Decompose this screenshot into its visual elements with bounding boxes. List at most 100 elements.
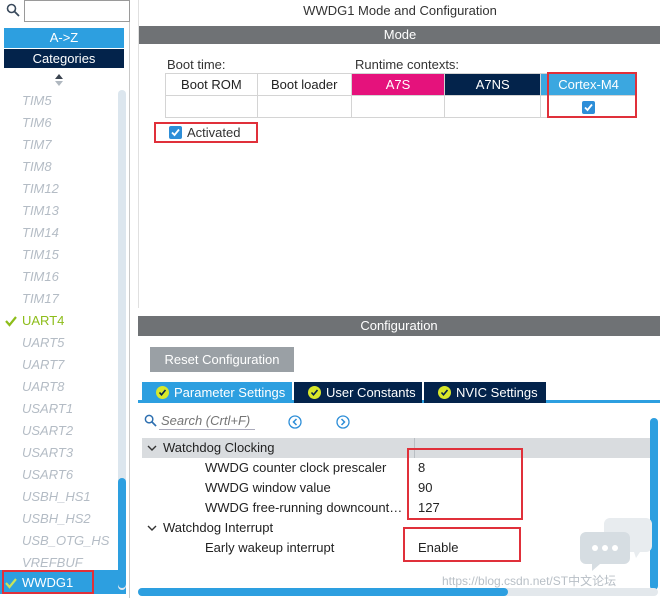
sort-arrows-icon[interactable]: [54, 73, 64, 87]
column-boot-loader: Boot loader: [256, 73, 352, 96]
parameter-value[interactable]: 127: [418, 498, 440, 518]
list-item[interactable]: TIM5: [22, 90, 52, 112]
column-boot-rom: Boot ROM: [165, 73, 258, 96]
peripheral-search-input[interactable]: [24, 0, 130, 22]
parameter-grid: Watchdog Clocking WWDG counter clock pre…: [142, 438, 650, 592]
parameter-row[interactable]: WWDG counter clock prescaler 8: [142, 458, 650, 478]
list-item[interactable]: TIM12: [22, 178, 59, 200]
tab-label: User Constants: [326, 385, 416, 400]
runtime-context-table: Boot ROM Boot loader A7S A7NS Cortex-M4: [165, 73, 637, 118]
check-icon: [584, 103, 593, 112]
parameter-value[interactable]: 8: [418, 458, 425, 478]
check-icon: [5, 316, 17, 327]
list-item[interactable]: UART5: [22, 332, 64, 354]
parameter-search: [144, 412, 280, 430]
list-item[interactable]: TIM8: [22, 156, 52, 178]
list-item[interactable]: USB_OTG_HS: [22, 530, 109, 552]
cortex-m4-checkbox[interactable]: [582, 101, 596, 115]
chat-bubbles-icon: [580, 518, 652, 571]
tab-label: NVIC Settings: [456, 385, 538, 400]
boot-loader-cell: [256, 95, 352, 118]
tab-label: Parameter Settings: [174, 385, 286, 400]
parameter-name: WWDG free-running downcounter ...: [205, 500, 409, 515]
scrollbar-thumb[interactable]: [118, 478, 126, 588]
mode-section-header: Mode: [139, 26, 660, 44]
search-icon: [6, 3, 20, 17]
list-item[interactable]: USART6: [22, 464, 73, 486]
watermark-text: https://blog.csdn.net/ST中文论坛: [442, 574, 617, 588]
group-watchdog-interrupt[interactable]: Watchdog Interrupt: [142, 518, 650, 538]
list-item[interactable]: USART2: [22, 420, 73, 442]
group-label: Watchdog Interrupt: [163, 520, 274, 535]
tab-parameter-settings[interactable]: Parameter Settings: [142, 382, 292, 403]
column-cortex-m4: Cortex-M4: [540, 73, 637, 96]
list-item[interactable]: TIM7: [22, 134, 52, 156]
list-item[interactable]: TIM14: [22, 222, 59, 244]
list-item[interactable]: UART7: [22, 354, 64, 376]
list-item[interactable]: TIM16: [22, 266, 59, 288]
column-a7ns: A7NS: [444, 73, 542, 96]
activated-checkbox[interactable]: [169, 126, 182, 139]
peripheral-list-scrollbar[interactable]: [118, 90, 126, 590]
check-icon: [171, 128, 180, 137]
config-tabs: Parameter Settings User Constants NVIC S…: [138, 382, 660, 403]
group-watchdog-clocking[interactable]: Watchdog Clocking: [142, 438, 650, 458]
ok-check-icon: [438, 386, 451, 399]
tab-nvic-settings[interactable]: NVIC Settings: [424, 382, 546, 403]
list-item-uart4[interactable]: UART4: [5, 310, 65, 332]
scrollbar-thumb[interactable]: [138, 588, 508, 596]
a7s-cell[interactable]: [350, 95, 446, 118]
page-title: WWDG1 Mode and Configuration: [303, 3, 497, 18]
list-item[interactable]: TIM17: [22, 288, 59, 310]
list-item[interactable]: VREFBUF: [22, 552, 83, 574]
parameter-row[interactable]: WWDG free-running downcounter ... 127: [142, 498, 650, 518]
parameter-value[interactable]: 90: [418, 478, 432, 498]
parameter-row[interactable]: Early wakeup interrupt Enable: [142, 538, 650, 558]
parameter-value[interactable]: Enable: [418, 538, 458, 558]
horizontal-scrollbar[interactable]: [138, 588, 658, 596]
column-divider[interactable]: [414, 438, 415, 458]
cortex-m4-cell: [540, 95, 637, 118]
column-a7s: A7S: [350, 73, 446, 96]
next-match-icon[interactable]: [336, 415, 350, 429]
parameter-name: WWDG counter clock prescaler: [205, 460, 387, 475]
tab-user-constants[interactable]: User Constants: [294, 382, 422, 403]
list-item[interactable]: USART3: [22, 442, 73, 464]
reset-configuration-button[interactable]: Reset Configuration: [150, 347, 294, 372]
list-item[interactable]: USBH_HS2: [22, 508, 91, 530]
parameter-name: Early wakeup interrupt: [205, 540, 335, 555]
list-item[interactable]: USBH_HS1: [22, 486, 91, 508]
parameter-row[interactable]: WWDG window value 90: [142, 478, 650, 498]
list-item[interactable]: USART1: [22, 398, 73, 420]
categories-button[interactable]: Categories: [4, 49, 124, 68]
ok-check-icon: [156, 386, 169, 399]
configuration-section-header: Configuration: [138, 316, 660, 336]
ok-check-icon: [308, 386, 321, 399]
parameter-search-input[interactable]: [159, 412, 255, 430]
mode-panel: WWDG1 Mode and Configuration Mode Boot t…: [138, 0, 660, 308]
chevron-down-icon[interactable]: [146, 438, 158, 458]
list-item-label: UART4: [22, 313, 65, 328]
parameter-name: WWDG window value: [205, 480, 331, 495]
boot-rom-cell: [165, 95, 258, 118]
list-item-wwdg1[interactable]: WWDG1: [5, 572, 74, 594]
check-icon: [5, 578, 17, 589]
sort-az-button[interactable]: A->Z: [4, 28, 124, 48]
runtime-contexts-label: Runtime contexts:: [355, 57, 460, 72]
previous-match-icon[interactable]: [288, 415, 302, 429]
activated-label: Activated: [187, 125, 241, 140]
list-item[interactable]: TIM15: [22, 244, 59, 266]
list-item[interactable]: TIM6: [22, 112, 52, 134]
peripheral-panel: A->Z Categories TIM5 TIM6 TIM7 TIM8 TIM1…: [0, 0, 130, 598]
list-item[interactable]: TIM13: [22, 200, 59, 222]
activated-option[interactable]: Activated: [169, 125, 240, 140]
peripheral-search: [0, 0, 130, 24]
list-item-label: WWDG1: [22, 575, 74, 590]
group-label: Watchdog Clocking: [163, 440, 275, 455]
list-item[interactable]: UART8: [22, 376, 64, 398]
peripheral-list: TIM5 TIM6 TIM7 TIM8 TIM12 TIM13 TIM14 TI…: [0, 90, 118, 598]
a7ns-cell[interactable]: [444, 95, 542, 118]
chevron-down-icon[interactable]: [146, 518, 158, 538]
boot-time-label: Boot time:: [167, 57, 226, 72]
search-icon: [144, 414, 157, 427]
